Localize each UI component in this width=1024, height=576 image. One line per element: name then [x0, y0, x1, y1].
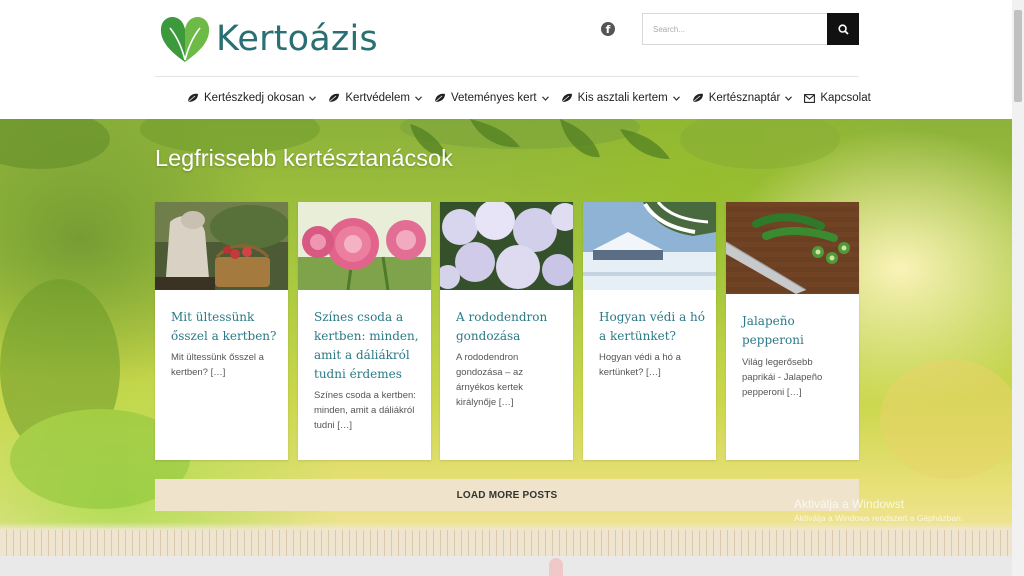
- nav-item-kerteszhaptar[interactable]: Kertésznaptár: [692, 92, 793, 104]
- post-title[interactable]: Színes csoda a kertben: minden, amit a d…: [314, 308, 422, 384]
- post-excerpt: Hogyan védi a hó a kertünket? […]: [599, 352, 681, 378]
- heart-leaf-logo-icon: [160, 17, 210, 62]
- nav-item-label: Kertésznaptár: [708, 92, 781, 104]
- post-card[interactable]: Színes csoda a kertben: minden, amit a d…: [298, 202, 431, 460]
- section-title: Legfrissebb kertésztanácsok: [155, 145, 453, 171]
- chevron-down-icon: [309, 95, 317, 101]
- wooden-floor: [0, 530, 1012, 556]
- search-input[interactable]: [643, 14, 828, 44]
- nav-item-kis-asztali-kertem[interactable]: Kis asztali kertem: [561, 92, 680, 104]
- header-divider: [155, 76, 859, 77]
- nav-item-label: Kapcsolat: [820, 92, 871, 104]
- nav-item-vetemenyes-kert[interactable]: Veteményes kert: [434, 92, 549, 104]
- load-more-button[interactable]: LOAD MORE POSTS: [155, 479, 859, 511]
- nav-item-label: Kertvédelem: [345, 92, 410, 104]
- site-name: Kertoázis: [216, 19, 378, 59]
- floor-fade: [0, 522, 1012, 530]
- leaf-icon: [692, 93, 703, 103]
- chevron-down-icon: [541, 95, 549, 101]
- post-excerpt: Világ legerősebb paprikái - Jalapeño pep…: [742, 357, 823, 398]
- dahlia-image: [298, 202, 431, 290]
- nav-item-label: Veteményes kert: [450, 92, 537, 104]
- site-header: Kertoázis f Kertészkedj okosan Kertvédel…: [0, 0, 1012, 119]
- post-excerpt: A rododendron gondozása – az árnyékos ke…: [456, 352, 524, 408]
- post-card[interactable]: Hogyan védi a hó a kertünket? Hogyan véd…: [583, 202, 716, 460]
- post-title[interactable]: Hogyan védi a hó a kertünket?: [599, 308, 707, 346]
- leaf-icon: [329, 93, 340, 103]
- next-section-strip: [0, 556, 1012, 576]
- windows-activation-title: Aktiválja a Windowst: [794, 497, 905, 511]
- post-card[interactable]: Jalapeño pepperoni Világ legerősebb papr…: [726, 202, 859, 460]
- nav-item-kapcsolat[interactable]: Kapcsolat: [804, 92, 871, 104]
- chevron-down-icon: [785, 95, 793, 101]
- post-card[interactable]: Mit ültessünk ősszel a kertben? Mit ülte…: [155, 202, 288, 460]
- next-section-image-edge: [549, 558, 563, 576]
- chevron-down-icon: [414, 95, 422, 101]
- post-card[interactable]: A rododendron gondozása A rododendron go…: [440, 202, 573, 460]
- hero-section: Legfrissebb kertésztanácsok Mit ültessün…: [0, 119, 1012, 556]
- facebook-icon[interactable]: f: [601, 22, 615, 36]
- post-title[interactable]: A rododendron gondozása: [456, 308, 564, 346]
- envelope-icon: [804, 93, 816, 103]
- search-icon: [837, 23, 849, 35]
- post-title[interactable]: Mit ültessünk ősszel a kertben?: [171, 308, 279, 346]
- search-form: [642, 13, 859, 45]
- leaf-icon: [561, 93, 572, 103]
- jalapeno-image: [726, 202, 859, 294]
- scrollbar-thumb[interactable]: [1014, 10, 1022, 102]
- leaf-icon: [187, 93, 198, 103]
- site-logo[interactable]: Kertoázis: [158, 14, 378, 64]
- post-grid: Mit ültessünk ősszel a kertben? Mit ülte…: [155, 202, 859, 460]
- search-button[interactable]: [827, 13, 859, 45]
- page-scrollbar[interactable]: [1012, 0, 1024, 576]
- snow-image: [583, 202, 716, 290]
- post-title[interactable]: Jalapeño pepperoni: [742, 312, 850, 350]
- leaf-icon: [434, 93, 445, 103]
- nav-item-kertvedelem[interactable]: Kertvédelem: [328, 92, 422, 104]
- nav-item-kerteszkedj-okosan[interactable]: Kertészkedj okosan: [187, 92, 317, 104]
- gardener-basket-image: [155, 202, 288, 290]
- post-excerpt: Mit ültessünk ősszel a kertben? […]: [171, 352, 264, 378]
- nav-item-label: Kis asztali kertem: [577, 92, 668, 104]
- chevron-down-icon: [672, 95, 680, 101]
- nav-item-label: Kertészkedj okosan: [204, 92, 305, 104]
- rhododendron-image: [440, 202, 573, 290]
- post-excerpt: Színes csoda a kertben: minden, amit a d…: [314, 390, 416, 431]
- main-navigation: Kertészkedj okosan Kertvédelem Veteménye…: [187, 89, 871, 107]
